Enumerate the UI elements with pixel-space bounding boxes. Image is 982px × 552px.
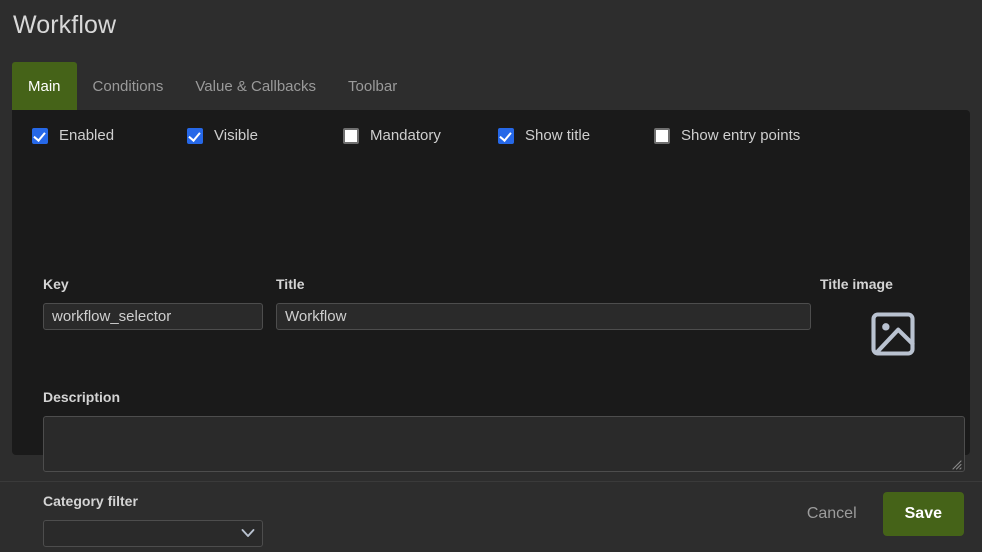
tab-conditions[interactable]: Conditions bbox=[77, 62, 180, 110]
footer-divider bbox=[0, 481, 982, 482]
checkbox-item-visible[interactable]: Visible bbox=[187, 127, 258, 144]
checkbox-mandatory-label: Mandatory bbox=[370, 127, 441, 144]
page-title: Workflow bbox=[13, 11, 117, 39]
category-filter-select[interactable] bbox=[43, 520, 263, 547]
cancel-button[interactable]: Cancel bbox=[793, 495, 871, 533]
category-filter-wrapper bbox=[43, 520, 263, 547]
key-field-label: Key bbox=[43, 276, 69, 292]
tab-conditions-label: Conditions bbox=[92, 77, 164, 95]
footer-actions: Cancel Save bbox=[793, 492, 964, 536]
tab-value-callbacks[interactable]: Value & Callbacks bbox=[179, 62, 332, 110]
checkbox-mandatory[interactable] bbox=[343, 127, 359, 144]
checkbox-enabled[interactable] bbox=[32, 127, 48, 144]
tab-main-label: Main bbox=[28, 77, 61, 95]
title-image-field-label: Title image bbox=[820, 276, 893, 292]
checkbox-visible[interactable] bbox=[187, 127, 203, 144]
tab-toolbar[interactable]: Toolbar bbox=[332, 62, 413, 110]
toggle-row: Enabled Visible Mandatory Show title Sho… bbox=[32, 127, 952, 151]
checkbox-item-show-title[interactable]: Show title bbox=[498, 127, 590, 144]
checkbox-show-entry-points-label: Show entry points bbox=[681, 127, 801, 144]
tab-value-callbacks-label: Value & Callbacks bbox=[195, 77, 317, 95]
key-input[interactable] bbox=[43, 303, 263, 330]
description-textarea[interactable] bbox=[43, 416, 965, 472]
description-field-label: Description bbox=[43, 389, 121, 405]
checkbox-visible-label: Visible bbox=[214, 127, 258, 144]
title-input[interactable] bbox=[276, 303, 811, 330]
checkbox-item-show-entry-points[interactable]: Show entry points bbox=[654, 127, 800, 144]
checkbox-show-title-label: Show title bbox=[525, 127, 591, 144]
save-button[interactable]: Save bbox=[882, 492, 964, 536]
checkbox-item-mandatory[interactable]: Mandatory bbox=[343, 127, 441, 144]
checkbox-show-title[interactable] bbox=[498, 127, 514, 144]
checkbox-show-entry-points[interactable] bbox=[654, 127, 670, 144]
image-placeholder-icon bbox=[865, 308, 921, 363]
main-tab-panel: Enabled Visible Mandatory Show title Sho… bbox=[12, 110, 970, 547]
checkbox-enabled-label: Enabled bbox=[59, 127, 115, 144]
tab-strip: Main Conditions Value & Callbacks Toolba… bbox=[12, 62, 413, 110]
category-filter-label: Category filter bbox=[43, 493, 138, 509]
checkbox-item-enabled[interactable]: Enabled bbox=[32, 127, 114, 144]
title-field-label: Title bbox=[276, 276, 305, 292]
title-image-picker-button[interactable] bbox=[862, 306, 924, 364]
tab-main[interactable]: Main bbox=[12, 62, 77, 110]
tab-toolbar-label: Toolbar bbox=[348, 77, 398, 95]
